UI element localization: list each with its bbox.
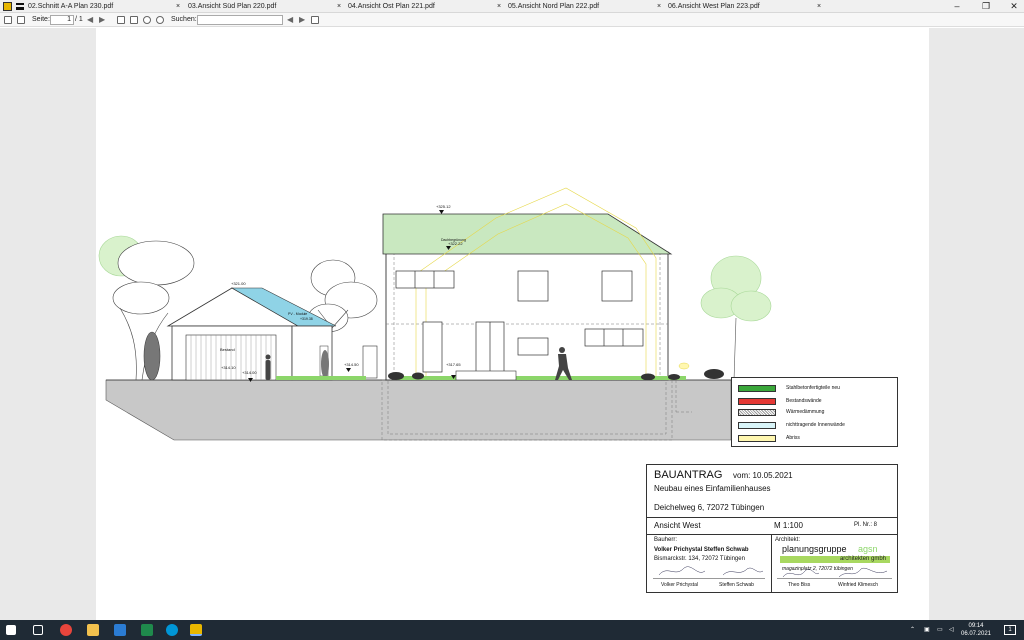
tab-label: 06.Ansicht West Plan 223.pdf	[668, 3, 760, 10]
zoom-out-icon[interactable]	[156, 16, 164, 24]
search-prev-icon[interactable]: ◀	[287, 15, 293, 25]
tab-bar: 02.Schnitt A-A Plan 230.pdf × 03.Ansicht…	[0, 0, 1024, 13]
legend-label: Abriss	[786, 435, 800, 441]
app-icon[interactable]	[3, 2, 12, 11]
network-icon[interactable]: ▭	[937, 626, 943, 634]
task-view-icon[interactable]	[33, 625, 43, 635]
legend: Stahlbetonfertigteile neu Bestandswände …	[731, 377, 898, 447]
menu-icon[interactable]	[16, 3, 24, 10]
ground-elevation-2: +314.00	[242, 370, 257, 375]
legend-swatch	[738, 385, 776, 392]
page-total: / 1	[75, 16, 83, 23]
legend-label: Wärmedämmung	[786, 409, 825, 415]
ridge-elevation: +322.22	[448, 241, 463, 246]
ground-section	[105, 379, 732, 441]
excel-icon[interactable]	[141, 624, 153, 636]
ground-elevation-1: +314.10	[221, 365, 236, 370]
fit-page-icon[interactable]	[117, 16, 125, 24]
tab-label: 03.Ansicht Süd Plan 220.pdf	[188, 3, 277, 10]
legend-item: Bestandswände	[738, 398, 898, 406]
search-input[interactable]	[197, 15, 283, 25]
legend-swatch	[738, 435, 776, 442]
tab-ansicht-nord[interactable]: 05.Ansicht Nord Plan 222.pdf	[508, 0, 599, 13]
notification-icon[interactable]: 1	[1004, 625, 1016, 635]
grass-strip	[276, 376, 366, 380]
tab-label: 05.Ansicht Nord Plan 222.pdf	[508, 3, 600, 10]
legend-swatch	[738, 422, 776, 429]
search-next-icon[interactable]: ▶	[299, 15, 305, 25]
fit-width-icon[interactable]	[130, 16, 138, 24]
legend-item: Abriss	[738, 435, 898, 443]
chrome-icon[interactable]	[60, 624, 72, 636]
tab-close-icon[interactable]: ×	[817, 0, 821, 13]
page-label: Seite:	[32, 16, 50, 23]
legend-swatch	[738, 409, 776, 416]
hp-icon[interactable]	[166, 624, 178, 636]
maximize-icon[interactable]: ❐	[979, 0, 993, 13]
word-icon[interactable]	[114, 624, 126, 636]
legend-item: nichttragende Innenwände	[738, 422, 898, 430]
page-number-input[interactable]: 1	[50, 15, 74, 25]
tab-ansicht-sued[interactable]: 03.Ansicht Süd Plan 220.pdf	[188, 0, 276, 13]
garage-elevation: +321.00	[231, 281, 246, 286]
legend-label: nichttragende Innenwände	[786, 422, 845, 428]
entrance-steps	[455, 370, 517, 381]
tab-schnitt-a-a[interactable]: 02.Schnitt A-A Plan 230.pdf	[28, 0, 113, 13]
tab-close-icon[interactable]: ×	[657, 0, 661, 13]
ground-elevation-3: +314.50	[344, 362, 359, 367]
tab-ansicht-west[interactable]: 06.Ansicht West Plan 223.pdf	[668, 0, 760, 13]
pdf-viewer-taskbar-icon[interactable]	[190, 624, 202, 636]
search-options-icon[interactable]	[311, 16, 319, 24]
tab-label: 04.Ansicht Ost Plan 221.pdf	[348, 3, 435, 10]
zoom-in-icon[interactable]	[143, 16, 151, 24]
roof-top-elevation: +325.12	[436, 204, 451, 209]
legend-swatch	[738, 398, 776, 405]
bin-box	[362, 345, 378, 379]
document-viewer[interactable]: +321.00 PV - Module +319.38 Bestand +325…	[0, 28, 1024, 620]
open-file-icon[interactable]	[4, 16, 12, 24]
title-block: BAUANTRAG vom: 10.05.2021 Neubau eines E…	[646, 464, 898, 593]
clock-date[interactable]: 06.07.2021	[960, 630, 992, 638]
search-label: Suchen:	[171, 16, 197, 23]
tab-close-icon[interactable]: ×	[176, 0, 180, 13]
tab-label: 02.Schnitt A-A Plan 230.pdf	[28, 3, 114, 10]
signatures	[658, 566, 888, 578]
pv-label: PV - Module	[288, 312, 307, 316]
next-page-icon[interactable]: ▶	[99, 15, 105, 25]
prev-page-icon[interactable]: ◀	[87, 15, 93, 25]
print-icon[interactable]	[17, 16, 25, 24]
tab-close-icon[interactable]: ×	[337, 0, 341, 13]
tab-ansicht-ost[interactable]: 04.Ansicht Ost Plan 221.pdf	[348, 0, 435, 13]
minimize-icon[interactable]: –	[950, 0, 964, 13]
bestand-label: Bestand	[220, 347, 235, 352]
tray-app-icon[interactable]: ▣	[924, 626, 930, 634]
legend-item: Stahlbetonfertigteile neu	[738, 385, 898, 393]
legend-item: Wärmedämmung	[738, 409, 898, 417]
clock-time[interactable]: 09:14	[960, 622, 992, 630]
file-explorer-icon[interactable]	[87, 624, 99, 636]
windows-start-icon[interactable]	[6, 625, 16, 635]
green-roof	[382, 213, 673, 255]
floor-elevation: +317.65	[446, 362, 461, 367]
tree-right	[700, 255, 772, 381]
tab-close-icon[interactable]: ×	[497, 0, 501, 13]
legend-label: Stahlbetonfertigteile neu	[786, 385, 840, 391]
close-window-icon[interactable]: ✕	[1007, 0, 1021, 13]
chevron-up-icon[interactable]: ⌃	[910, 626, 915, 634]
pdf-page: +321.00 PV - Module +319.38 Bestand +325…	[96, 28, 929, 620]
taskbar: ⌃ ▣ ▭ ◁ 09:14 06.07.2021 1	[0, 620, 1024, 640]
legend-label: Bestandswände	[786, 398, 822, 404]
pdf-viewer-window: 02.Schnitt A-A Plan 230.pdf × 03.Ansicht…	[0, 0, 1024, 640]
person-silhouette	[265, 354, 271, 380]
toolbar: Seite: 1 / 1 ◀ ▶ Suchen: ◀ ▶	[0, 13, 1024, 27]
volume-icon[interactable]: ◁	[949, 626, 954, 634]
pv-elevation: +319.38	[300, 317, 313, 321]
garage	[166, 287, 337, 381]
